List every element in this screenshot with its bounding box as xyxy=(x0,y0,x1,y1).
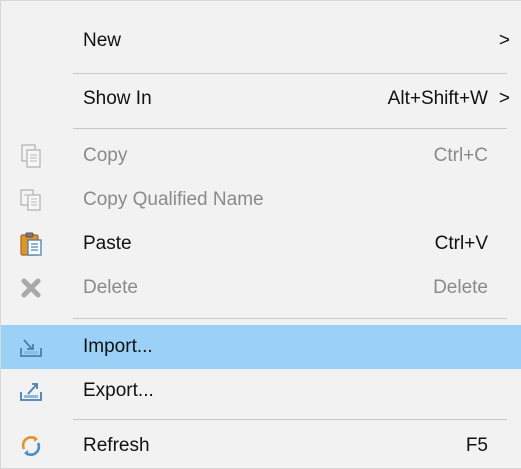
menu-item-label: Paste xyxy=(83,233,132,254)
menu-item-import[interactable]: Import... xyxy=(1,325,521,369)
submenu-arrow-icon: > xyxy=(498,30,510,51)
menu-item-label: Copy xyxy=(83,145,128,166)
submenu-arrow-icon: > xyxy=(498,88,510,109)
copy-icon xyxy=(18,143,44,169)
copy-qualified-name-icon xyxy=(18,187,44,213)
menu-item-label: Refresh xyxy=(83,435,150,456)
menu-item-label: New xyxy=(83,30,122,51)
menu-item-copy[interactable]: Copy Ctrl+C xyxy=(1,134,521,178)
delete-icon xyxy=(18,275,44,301)
menu-item-paste[interactable]: Paste Ctrl+V xyxy=(1,222,521,266)
menu-item-delete[interactable]: Delete Delete xyxy=(1,266,521,310)
paste-icon xyxy=(18,231,44,257)
menu-separator xyxy=(73,128,507,129)
refresh-icon xyxy=(18,433,44,459)
menu-item-shortcut: Ctrl+C xyxy=(433,145,488,166)
menu-item-label: Import... xyxy=(83,336,153,357)
context-menu: New > Show In Alt+Shift+W > Copy Ctrl+C xyxy=(0,0,521,469)
menu-separator xyxy=(73,318,507,319)
menu-item-shortcut: Ctrl+V xyxy=(434,233,488,254)
menu-separator xyxy=(73,73,507,74)
import-icon xyxy=(18,334,44,360)
menu-item-shortcut: Alt+Shift+W xyxy=(387,88,488,109)
menu-item-shortcut: Delete xyxy=(433,277,488,298)
menu-item-copy-qualified-name[interactable]: Copy Qualified Name xyxy=(1,178,521,222)
menu-item-label: Export... xyxy=(83,380,154,401)
export-icon xyxy=(18,378,44,404)
menu-item-export[interactable]: Export... xyxy=(1,369,521,413)
menu-item-new[interactable]: New > xyxy=(1,19,521,63)
menu-item-show-in[interactable]: Show In Alt+Shift+W > xyxy=(1,77,521,121)
menu-item-shortcut: F5 xyxy=(465,435,488,456)
menu-item-label: Show In xyxy=(83,88,152,109)
menu-item-refresh[interactable]: Refresh F5 xyxy=(1,424,521,468)
menu-separator xyxy=(73,419,507,420)
menu-item-label: Delete xyxy=(83,277,138,298)
menu-item-label: Copy Qualified Name xyxy=(83,189,264,210)
